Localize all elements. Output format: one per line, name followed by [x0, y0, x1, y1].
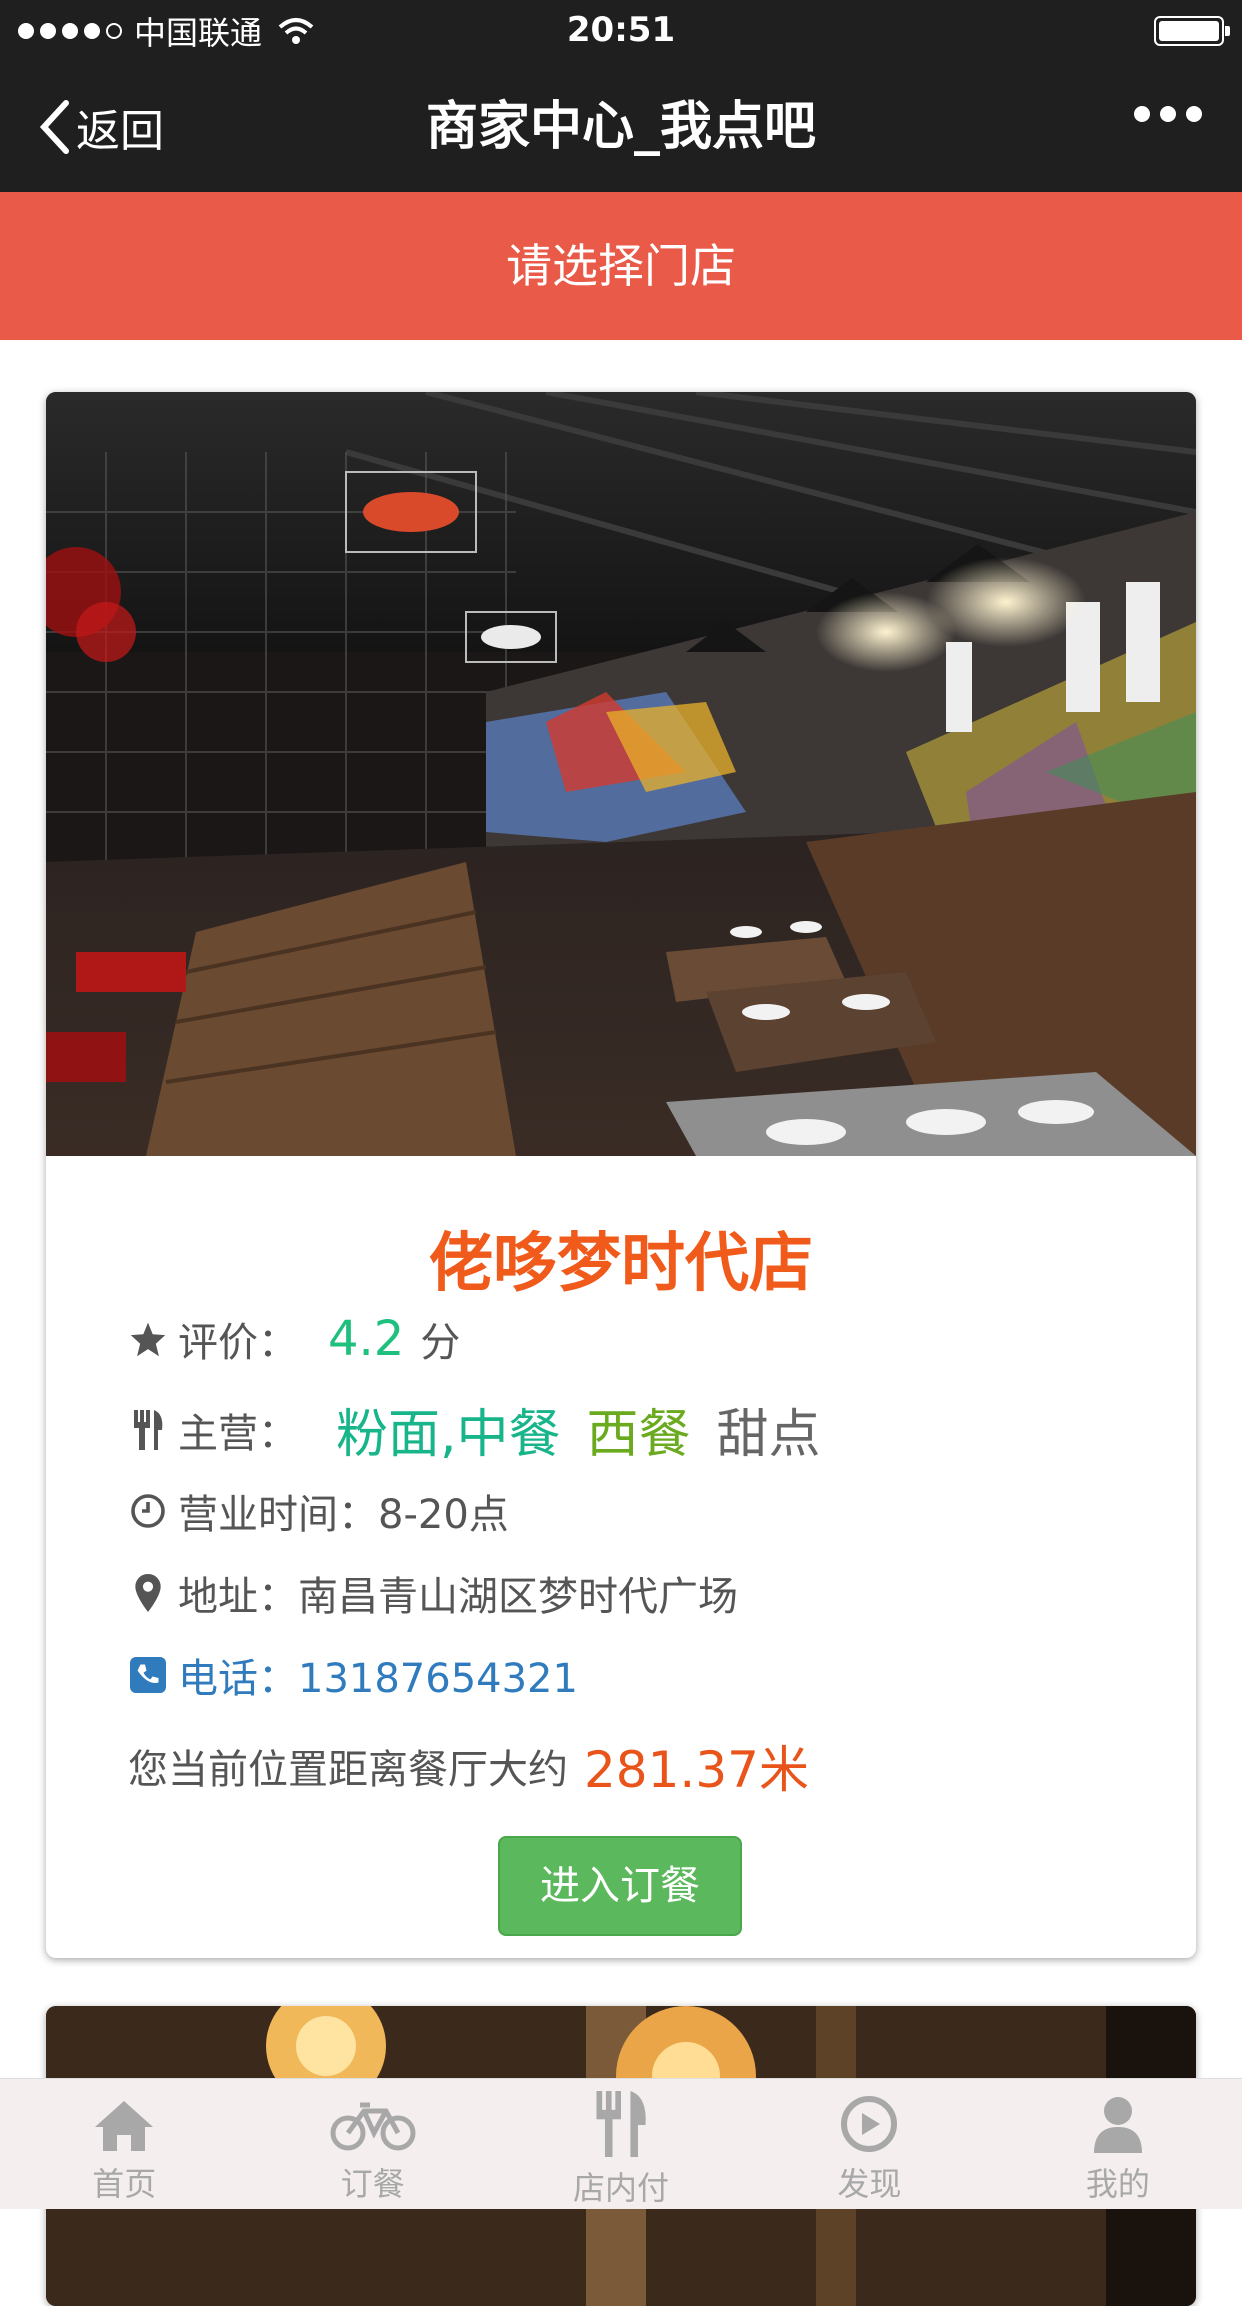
tab-order[interactable]: 订餐	[248, 2079, 496, 2209]
store-address: 地址：南昌青山湖区梦时代广场	[178, 1574, 738, 1620]
tab-mine[interactable]: 我的	[994, 2079, 1242, 2209]
address-row: 地址：南昌青山湖区梦时代广场	[128, 1564, 738, 1622]
tab-discover[interactable]: 发现	[745, 2079, 993, 2209]
tab-label: 首页	[92, 2165, 157, 2203]
cuisine-row: 主营： 粉面,中餐 西餐 甜点	[128, 1392, 821, 1467]
battery-icon	[1154, 16, 1230, 46]
store-phone[interactable]: 电话：13187654321	[178, 1646, 578, 1704]
store-name: 佬哆梦时代店	[429, 1227, 813, 1301]
clock-icon	[128, 1491, 168, 1531]
distance-row: 您当前位置距离餐厅大约 281.37米	[128, 1730, 809, 1802]
star-icon	[128, 1319, 168, 1359]
fork-knife-icon	[128, 1409, 168, 1450]
compass-icon	[841, 2096, 898, 2152]
tab-home[interactable]: 首页	[0, 2079, 248, 2209]
phone-icon	[128, 1655, 168, 1695]
store-card[interactable]: 佬哆梦时代店 评价： 4.2 分 主营： 粉面,中餐 西餐 甜点 营业时间：8-…	[46, 392, 1196, 1958]
store-photo	[46, 392, 1196, 1156]
tab-label: 订餐	[340, 2165, 405, 2203]
cuisine-tag: 粉面,中餐	[336, 1405, 561, 1465]
cuisine-tag: 甜点	[716, 1405, 821, 1465]
page-title: 商家中心_我点吧	[425, 97, 816, 157]
more-button[interactable]	[1134, 106, 1202, 122]
phone-row[interactable]: 电话：13187654321	[128, 1646, 578, 1704]
cuisine-label: 主营：	[178, 1410, 298, 1457]
distance-prefix: 您当前位置距离餐厅大约	[128, 1747, 568, 1793]
rating-row: 评价： 4.2 分	[128, 1310, 460, 1368]
map-pin-icon	[128, 1573, 168, 1613]
bicycle-icon	[330, 2102, 416, 2151]
clock: 20:51	[566, 10, 676, 50]
distance-value: 281.37米	[584, 1741, 809, 1799]
nav-bar: 返回 商家中心_我点吧	[0, 62, 1242, 192]
status-bar: 中国联通 20:51	[0, 0, 1242, 62]
tab-label: 店内付	[573, 2169, 670, 2207]
hours-row: 营业时间：8-20点	[128, 1482, 509, 1540]
rating-label: 评价：	[178, 1320, 298, 1366]
user-icon	[1093, 2097, 1142, 2153]
fork-knife-icon	[596, 2091, 646, 2157]
select-store-banner: 请选择门店	[0, 192, 1242, 340]
tab-pay-in-store[interactable]: 店内付	[497, 2079, 745, 2209]
cuisine-tag: 西餐	[586, 1405, 691, 1465]
enter-order-button[interactable]: 进入订餐	[498, 1836, 742, 1936]
business-hours: 营业时间：8-20点	[178, 1492, 509, 1538]
rating-value: 4.2	[328, 1311, 405, 1367]
rating-unit: 分	[420, 1320, 461, 1366]
tab-label: 发现	[837, 2165, 902, 2203]
tab-bar: 首页 订餐 店内付 发现 我的	[0, 2078, 1242, 2209]
home-icon	[95, 2101, 154, 2151]
tab-label: 我的	[1085, 2165, 1150, 2203]
